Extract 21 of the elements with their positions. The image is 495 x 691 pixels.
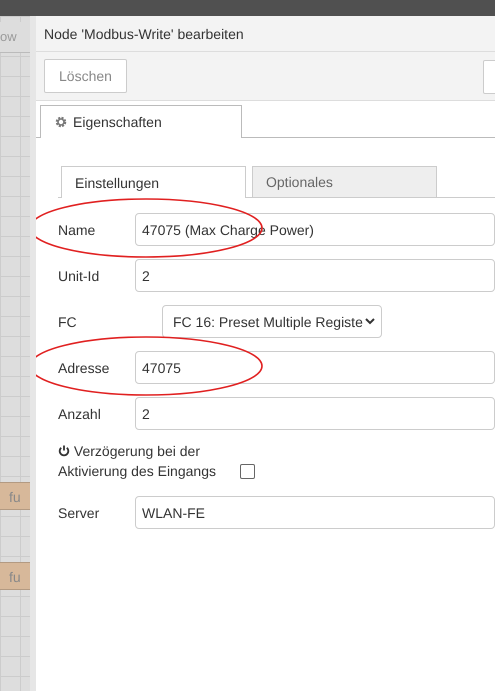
- field-label: Anzahl: [58, 406, 102, 422]
- text-field[interactable]: 2: [135, 397, 495, 430]
- delete-button[interactable]: Löschen: [44, 59, 127, 93]
- settings-tab[interactable]: Optionales: [252, 166, 437, 197]
- field-label: Unit-Id: [58, 268, 100, 284]
- chevron-down-icon: [365, 318, 375, 325]
- settings-tab[interactable]: Einstellungen: [61, 166, 246, 198]
- checkbox[interactable]: [240, 464, 255, 479]
- field-label: FC: [58, 314, 78, 330]
- dialog-title: Node 'Modbus-Write' bearbeiten: [36, 16, 495, 52]
- properties-tab[interactable]: Eigenschaften: [40, 105, 242, 138]
- function-code-dropdown[interactable]: FC 16: Preset Multiple Registe: [162, 305, 382, 338]
- text-field[interactable]: WLAN-FE: [135, 496, 495, 529]
- power-icon: [58, 445, 70, 457]
- checkbox-label: Verzögerung bei der Aktivierung des Eingangs: [58, 442, 217, 481]
- field-label: Name: [58, 222, 96, 238]
- gear-icon: [55, 116, 67, 128]
- field-label: Server: [58, 504, 100, 520]
- text-field[interactable]: 47075: [135, 351, 495, 384]
- text-field[interactable]: 2: [135, 259, 495, 292]
- field-label: Adresse: [58, 360, 110, 376]
